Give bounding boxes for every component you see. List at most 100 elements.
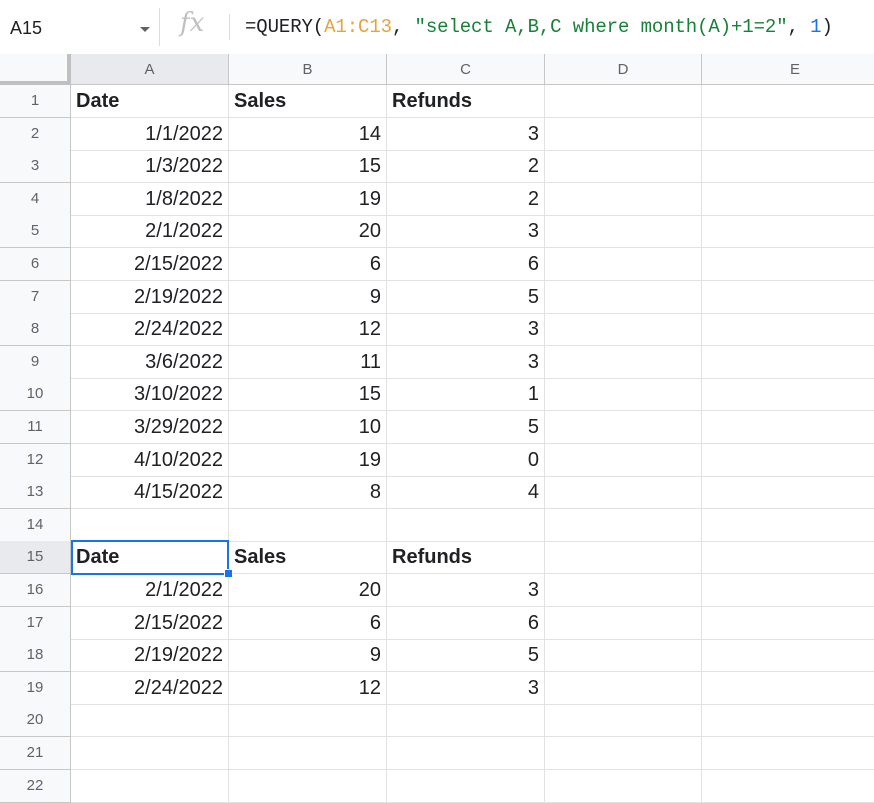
cell-d3[interactable] [545,150,702,184]
cell-a17[interactable]: 2/15/2022 [71,606,229,640]
cell-a12[interactable]: 4/10/2022 [71,443,229,477]
cell-b22[interactable] [229,769,387,803]
cell-d12[interactable] [545,443,702,477]
cell-d21[interactable] [545,737,702,770]
cell-a10[interactable]: 3/10/2022 [71,378,229,412]
cell-b21[interactable] [229,737,387,770]
cell-c21[interactable] [387,737,545,770]
cell-c11[interactable]: 5 [387,411,545,444]
cell-b18[interactable]: 9 [229,639,387,673]
row-header-1[interactable]: 1 [0,85,71,118]
row-header-12[interactable]: 12 [0,443,71,477]
cell-a11[interactable]: 3/29/2022 [71,411,229,444]
column-header-e[interactable]: E [702,54,874,85]
cell-c6[interactable]: 6 [387,248,545,281]
cell-d6[interactable] [545,248,702,281]
column-header-a[interactable]: A [71,54,229,85]
cell-b15[interactable]: Sales [229,541,387,575]
cell-d19[interactable] [545,671,702,705]
cell-c4[interactable]: 2 [387,182,545,216]
cell-b8[interactable]: 12 [229,313,387,347]
cell-a14[interactable] [71,508,229,542]
cell-e20[interactable] [702,704,874,738]
row-header-7[interactable]: 7 [0,280,71,314]
row-header-18[interactable]: 18 [0,639,71,673]
cell-d1[interactable] [545,85,702,118]
cell-d5[interactable] [545,215,702,249]
cell-b12[interactable]: 19 [229,443,387,477]
cell-e21[interactable] [702,737,874,770]
cell-b19[interactable]: 12 [229,671,387,705]
cell-c2[interactable]: 3 [387,117,545,151]
cell-e3[interactable] [702,150,874,184]
cell-e6[interactable] [702,248,874,281]
cell-c17[interactable]: 6 [387,606,545,640]
cell-c9[interactable]: 3 [387,345,545,379]
cell-b20[interactable] [229,704,387,738]
cell-b4[interactable]: 19 [229,182,387,216]
cell-c18[interactable]: 5 [387,639,545,673]
cell-e18[interactable] [702,639,874,673]
cell-e15[interactable] [702,541,874,575]
cell-a6[interactable]: 2/15/2022 [71,248,229,281]
cell-e14[interactable] [702,509,874,542]
select-all-corner[interactable] [0,54,71,85]
cell-e13[interactable] [702,476,874,510]
cell-a2[interactable]: 1/1/2022 [71,117,229,151]
cell-c15[interactable]: Refunds [387,541,545,575]
row-header-11[interactable]: 11 [0,411,71,444]
cell-b1[interactable]: Sales [229,85,387,118]
cell-a13[interactable]: 4/15/2022 [71,476,229,510]
cell-e7[interactable] [702,281,874,314]
row-header-3[interactable]: 3 [0,150,71,184]
column-header-d[interactable]: D [545,54,702,85]
cell-b16[interactable]: 20 [229,574,387,607]
cell-c16[interactable]: 3 [387,574,545,607]
cell-d20[interactable] [545,704,702,738]
cell-b7[interactable]: 9 [229,280,387,314]
cell-b6[interactable]: 6 [229,248,387,281]
cell-b17[interactable]: 6 [229,606,387,640]
row-header-14[interactable]: 14 [0,508,71,542]
cell-d4[interactable] [545,182,702,216]
cell-c19[interactable]: 3 [387,671,545,705]
cell-e16[interactable] [702,574,874,607]
row-header-13[interactable]: 13 [0,476,71,510]
cell-a15[interactable]: Date [71,541,229,575]
row-header-10[interactable]: 10 [0,378,71,412]
cell-b13[interactable]: 8 [229,476,387,510]
cell-c8[interactable]: 3 [387,313,545,347]
row-header-16[interactable]: 16 [0,574,71,607]
cell-d13[interactable] [545,476,702,510]
cell-a3[interactable]: 1/3/2022 [71,150,229,184]
cell-d18[interactable] [545,639,702,673]
row-header-21[interactable]: 21 [0,737,71,770]
cell-d15[interactable] [545,541,702,575]
cell-d16[interactable] [545,574,702,607]
row-header-4[interactable]: 4 [0,182,71,216]
cell-b3[interactable]: 15 [229,150,387,184]
cell-e10[interactable] [702,378,874,412]
cell-d2[interactable] [545,117,702,151]
cell-b2[interactable]: 14 [229,117,387,151]
cell-a5[interactable]: 2/1/2022 [71,215,229,249]
cell-e12[interactable] [702,444,874,477]
cell-e5[interactable] [702,215,874,249]
cell-c12[interactable]: 0 [387,443,545,477]
cell-e1[interactable] [702,85,874,118]
cell-e17[interactable] [702,607,874,640]
column-header-c[interactable]: C [387,54,545,85]
cell-b5[interactable]: 20 [229,215,387,249]
row-header-9[interactable]: 9 [0,345,71,379]
cell-a19[interactable]: 2/24/2022 [71,671,229,705]
column-header-b[interactable]: B [229,54,387,85]
cell-c1[interactable]: Refunds [387,85,545,118]
formula-input[interactable]: =QUERY(A1:C13, "select A,B,C where month… [245,16,833,38]
row-header-17[interactable]: 17 [0,606,71,640]
cell-b10[interactable]: 15 [229,378,387,412]
cell-a18[interactable]: 2/19/2022 [71,639,229,673]
cell-c22[interactable] [387,769,545,803]
cell-d8[interactable] [545,313,702,347]
cell-c13[interactable]: 4 [387,476,545,510]
row-header-15[interactable]: 15 [0,541,71,575]
